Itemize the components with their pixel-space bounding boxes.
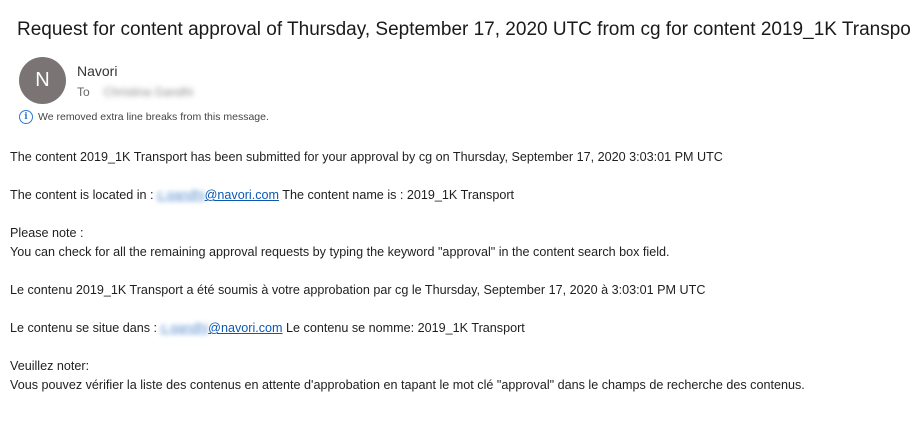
sender-name[interactable]: Navori — [77, 63, 117, 79]
body-line-location: The content is located in : c.gandhi@nav… — [10, 186, 905, 205]
email-subject: Request for content approval of Thursday… — [17, 19, 912, 40]
info-notice: i We removed extra line breaks from this… — [19, 110, 269, 124]
to-label: To — [77, 85, 90, 99]
location-suffix-fr: Le contenu se nomme: 2019_1K Transport — [282, 321, 525, 335]
location-suffix: The content name is : 2019_1K Transport — [279, 188, 515, 202]
body-line-submitted: The content 2019_1K Transport has been s… — [10, 150, 723, 164]
body-line-please-note-fr: Veuillez noter: — [10, 359, 90, 373]
body-line-submitted-fr: Le contenu 2019_1K Transport a été soumi… — [10, 283, 706, 297]
body-line-instructions-fr: Vous pouvez vérifier la liste des conten… — [10, 378, 805, 392]
recipient-name[interactable]: Christina Gandhi — [104, 85, 193, 99]
sender-avatar[interactable]: N — [19, 57, 66, 104]
location-email-domain-fr[interactable]: @navori.com — [208, 321, 282, 335]
body-line-instructions: You can check for all the remaining appr… — [10, 245, 670, 259]
body-line-location-fr: Le contenu se situe dans : c.gandhi@navo… — [10, 319, 905, 338]
location-email-domain[interactable]: @navori.com — [205, 188, 279, 202]
location-prefix: The content is located in : — [10, 188, 158, 202]
avatar-initial: N — [35, 69, 50, 91]
info-icon: i — [19, 110, 33, 124]
body-line-please-note: Please note : — [10, 226, 84, 240]
location-prefix-fr: Le contenu se situe dans : — [10, 321, 161, 335]
recipient-row: To Christina Gandhi — [77, 85, 193, 99]
location-email-user[interactable]: c.gandhi — [157, 186, 205, 205]
email-body: The content 2019_1K Transport has been s… — [10, 148, 905, 395]
location-email-user-fr[interactable]: c.gandhi — [161, 319, 209, 338]
info-notice-text: We removed extra line breaks from this m… — [38, 111, 269, 123]
